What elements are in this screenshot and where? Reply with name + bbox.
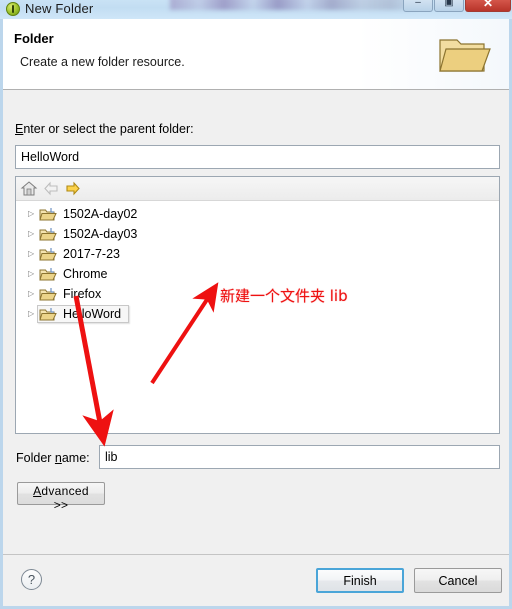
tree-item-1502a-day02[interactable]: ▷ 1502A-day02 bbox=[16, 204, 499, 224]
new-folder-dialog: Folder Create a new folder resource. Ent… bbox=[0, 19, 512, 609]
folder-icon bbox=[39, 207, 57, 220]
dialog-body: Enter or select the parent folder: ▷ bbox=[3, 90, 509, 555]
folder-icon bbox=[39, 287, 57, 300]
background-blur-region bbox=[170, 0, 415, 10]
tree-item-label: Chrome bbox=[63, 266, 108, 281]
tree-item-label: HelloWord bbox=[63, 306, 122, 321]
folder-name-label: Folder name: bbox=[16, 451, 90, 465]
tree-item-label: 1502A-day02 bbox=[63, 206, 138, 221]
page-title: Folder bbox=[14, 31, 54, 46]
dialog-header: Folder Create a new folder resource. bbox=[3, 19, 509, 90]
folder-icon bbox=[39, 247, 57, 260]
home-icon[interactable] bbox=[20, 180, 38, 197]
folder-name-input[interactable] bbox=[99, 445, 500, 469]
maximize-button[interactable]: ▣ bbox=[434, 0, 464, 12]
window-title: New Folder bbox=[25, 1, 94, 16]
tree-toolbar bbox=[16, 177, 499, 201]
close-button[interactable]: ✕ bbox=[465, 0, 511, 12]
chevron-right-icon[interactable]: ▷ bbox=[28, 224, 39, 244]
annotation-text: 新建一个文件夹 lib bbox=[220, 287, 348, 305]
open-folder-icon bbox=[439, 39, 491, 72]
advanced-button[interactable]: Advanced >> bbox=[17, 482, 105, 512]
tree-item-label: 2017-7-23 bbox=[63, 246, 120, 261]
minimize-button[interactable]: – bbox=[403, 0, 433, 12]
folder-icon bbox=[39, 227, 57, 240]
tree-item-chrome[interactable]: ▷ Chrome bbox=[16, 264, 499, 284]
tree-item-label: 1502A-day03 bbox=[63, 226, 138, 241]
folder-name-row: Folder name: bbox=[3, 445, 509, 471]
help-icon[interactable]: ? bbox=[21, 569, 42, 590]
window-controls: – ▣ ✕ bbox=[403, 0, 512, 12]
page-description: Create a new folder resource. bbox=[20, 55, 185, 69]
tree-item-2017-7-23[interactable]: ▷ 2017-7-23 bbox=[16, 244, 499, 264]
window-titlebar: New Folder – ▣ ✕ bbox=[0, 0, 512, 19]
back-arrow-icon bbox=[44, 181, 58, 196]
finish-button[interactable]: Finish bbox=[316, 568, 404, 593]
folder-icon bbox=[39, 267, 57, 280]
tree-item-helloword[interactable]: ▷ HelloWord bbox=[16, 304, 499, 324]
parent-folder-label: Enter or select the parent folder: bbox=[15, 122, 194, 136]
chevron-right-icon[interactable]: ▷ bbox=[28, 204, 39, 224]
tree-item-1502a-day03[interactable]: ▷ 1502A-day03 bbox=[16, 224, 499, 244]
minimize-icon: – bbox=[415, 0, 421, 8]
chevron-right-icon[interactable]: ▷ bbox=[28, 284, 39, 304]
chevron-right-icon[interactable]: ▷ bbox=[28, 244, 39, 264]
maximize-icon: ▣ bbox=[444, 0, 454, 8]
folder-icon bbox=[39, 307, 57, 320]
chevron-right-icon[interactable]: ▷ bbox=[28, 264, 39, 284]
tree-item-label: Firefox bbox=[63, 286, 102, 301]
parent-folder-input[interactable] bbox=[15, 145, 500, 169]
eclipse-green-icon bbox=[6, 2, 20, 16]
cancel-button[interactable]: Cancel bbox=[414, 568, 502, 593]
forward-arrow-icon[interactable] bbox=[64, 180, 82, 197]
close-icon: ✕ bbox=[482, 0, 494, 10]
dialog-footer: ? Finish Cancel bbox=[3, 554, 509, 606]
